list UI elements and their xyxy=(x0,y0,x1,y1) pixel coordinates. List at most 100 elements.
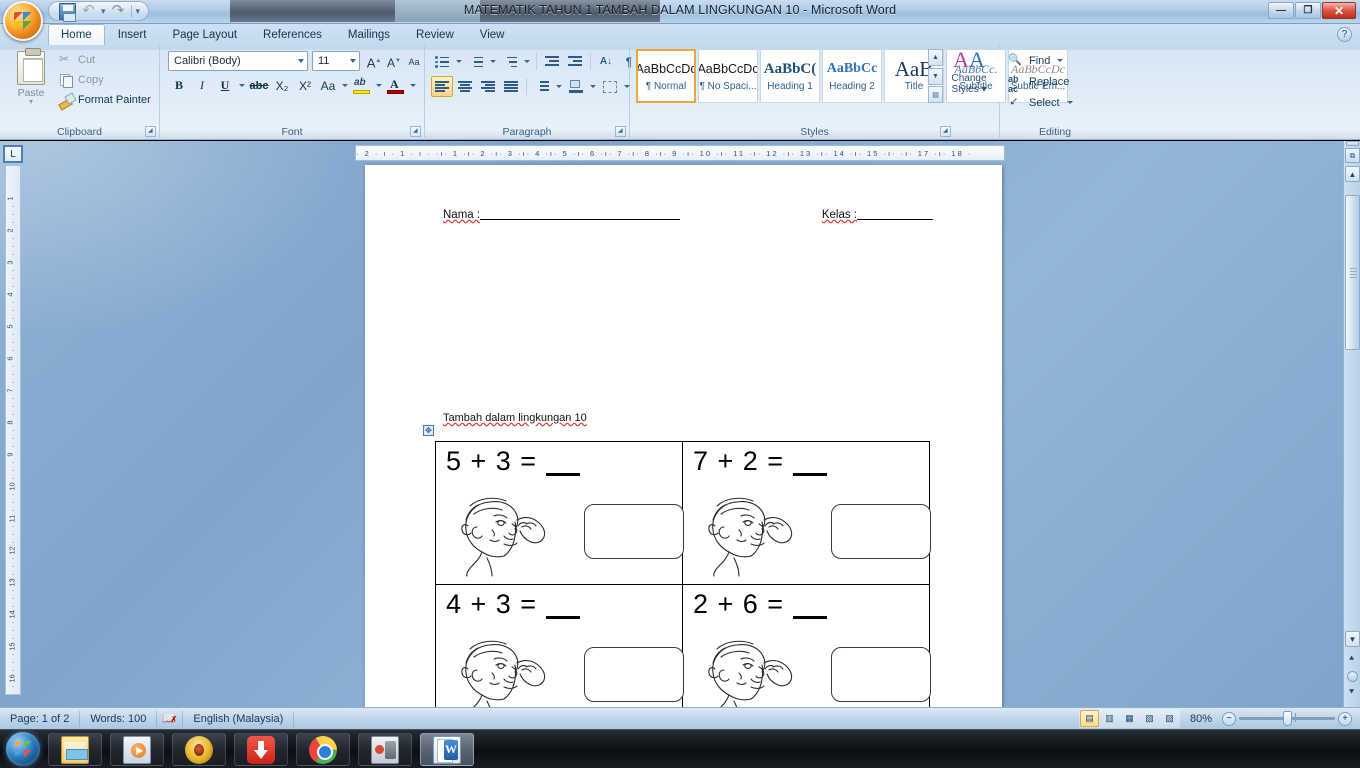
problem-cell-4[interactable]: 2 + 6 = xyxy=(682,584,931,707)
shading-button[interactable] xyxy=(565,76,587,97)
zoom-in-button[interactable]: + xyxy=(1338,711,1352,726)
style-heading-2[interactable]: AaBbCc Heading 2 xyxy=(822,49,882,103)
underline-chevron-down-icon[interactable] xyxy=(239,84,245,87)
select-chevron-down-icon[interactable] xyxy=(1066,101,1073,104)
taskbar-google-chrome[interactable] xyxy=(296,733,350,766)
style-no-spacing[interactable]: AaBbCcDc ¶ No Spaci... xyxy=(698,49,758,103)
strikethrough-button[interactable]: abc xyxy=(248,75,270,96)
copy-button[interactable]: Copy xyxy=(58,70,151,90)
format-painter-button[interactable]: Format Painter xyxy=(58,90,151,110)
word-count-status[interactable]: Words: 100 xyxy=(80,710,158,727)
align-right-button[interactable] xyxy=(477,76,499,97)
vertical-ruler[interactable]: 1 · · · 2 · · · 3 · · · 4 · · · 5 · · · 6 · · · 7 · · · 8 · · · 9 · · · 10 · ·… xyxy=(5,165,21,695)
restore-button[interactable]: ❐ xyxy=(1295,2,1321,19)
document-map-icon[interactable]: ⧉ xyxy=(1345,148,1360,163)
italic-button[interactable]: I xyxy=(191,75,213,96)
increase-indent-button[interactable] xyxy=(564,51,586,72)
text-highlight-button[interactable]: ab xyxy=(351,75,373,96)
clipboard-dialog-launcher[interactable] xyxy=(145,126,156,137)
problem-3-answer-box[interactable] xyxy=(584,647,684,702)
numbering-chevron-down-icon[interactable] xyxy=(490,60,496,63)
horizontal-ruler[interactable]: · 2 · ı · 1 · ı · ·ı· 1 ·ı· 2 ·ı· 3 ·ı· … xyxy=(355,145,1005,161)
taskbar-download-manager[interactable] xyxy=(234,733,288,766)
justify-button[interactable] xyxy=(500,76,522,97)
grow-font-button[interactable]: A▲ xyxy=(364,51,384,71)
zoom-slider[interactable]: − + xyxy=(1222,711,1352,726)
tab-home[interactable]: Home xyxy=(48,24,105,45)
web-layout-view-button[interactable]: ▦ xyxy=(1120,710,1139,727)
scrollbar-thumb[interactable] xyxy=(1345,195,1360,350)
bullets-chevron-down-icon[interactable] xyxy=(456,60,462,63)
tab-view[interactable]: View xyxy=(467,25,518,45)
taskbar-device-manager[interactable] xyxy=(358,733,412,766)
tab-insert[interactable]: Insert xyxy=(105,25,160,45)
highlight-chevron-down-icon[interactable] xyxy=(376,84,382,87)
cut-button[interactable]: Cut xyxy=(58,50,151,70)
bold-button[interactable]: B xyxy=(168,75,190,96)
find-button[interactable]: Find xyxy=(1004,50,1075,71)
draft-view-button[interactable]: ▨ xyxy=(1160,710,1179,727)
name-field[interactable]: Nama : xyxy=(443,209,681,221)
class-field[interactable]: Kelas : xyxy=(822,209,933,221)
zoom-level-label[interactable]: 80% xyxy=(1186,713,1216,725)
full-screen-reading-view-button[interactable]: ▥ xyxy=(1100,710,1119,727)
problem-4-answer-box[interactable] xyxy=(831,647,931,702)
multilevel-list-button[interactable] xyxy=(499,51,521,72)
taskbar-windows-media-player[interactable] xyxy=(110,733,164,766)
font-size-combo[interactable]: 11 xyxy=(312,51,360,71)
taskbar-microsoft-word[interactable] xyxy=(420,733,474,766)
style-normal[interactable]: AaBbCcDc ¶ Normal xyxy=(636,49,696,103)
font-name-combo[interactable]: Calibri (Body) xyxy=(168,51,308,71)
vertical-scrollbar[interactable]: ⧉ ▲ ▼ ⯅ ⯆ xyxy=(1343,141,1360,707)
minimize-button[interactable]: — xyxy=(1268,2,1294,19)
subscript-button[interactable]: X₂ xyxy=(271,75,293,96)
document-canvas[interactable]: Nama : Kelas : Tambah dalam lingkungan 1… xyxy=(0,141,1360,707)
replace-button[interactable]: ab ac Replace xyxy=(1004,71,1075,94)
office-button[interactable] xyxy=(3,1,43,41)
page-number-status[interactable]: Page: 1 of 2 xyxy=(0,710,81,727)
document-page[interactable]: Nama : Kelas : Tambah dalam lingkungan 1… xyxy=(365,165,1002,707)
find-chevron-down-icon[interactable] xyxy=(1057,59,1064,62)
customize-qat-icon[interactable]: ▾ xyxy=(136,6,141,17)
problem-1-answer-box[interactable] xyxy=(584,504,684,559)
numbering-button[interactable] xyxy=(465,51,487,72)
underline-button[interactable]: U xyxy=(214,75,236,96)
tab-mailings[interactable]: Mailings xyxy=(335,25,403,45)
zoom-slider-track[interactable] xyxy=(1239,711,1335,726)
taskbar-gold-app[interactable] xyxy=(172,733,226,766)
print-layout-view-button[interactable]: ▤ xyxy=(1079,710,1099,727)
font-color-chevron-down-icon[interactable] xyxy=(410,84,416,87)
problem-cell-3[interactable]: 4 + 3 = xyxy=(435,584,684,707)
style-heading-1[interactable]: AaBbC( Heading 1 xyxy=(760,49,820,103)
font-dialog-launcher[interactable] xyxy=(410,126,421,137)
outline-view-button[interactable]: ▧ xyxy=(1140,710,1159,727)
styles-more-button[interactable]: ▤ xyxy=(928,86,943,103)
problem-cell-2[interactable]: 7 + 2 = xyxy=(682,441,931,585)
zoom-out-button[interactable]: − xyxy=(1222,711,1236,726)
start-button[interactable] xyxy=(6,732,40,766)
language-status[interactable]: English (Malaysia) xyxy=(183,710,295,727)
styles-scroll-up-button[interactable]: ▲ xyxy=(928,49,943,66)
scroll-up-button[interactable]: ▲ xyxy=(1345,166,1360,182)
shading-chevron-down-icon[interactable] xyxy=(590,85,596,88)
problem-2-answer-box[interactable] xyxy=(831,504,931,559)
tab-review[interactable]: Review xyxy=(403,25,467,45)
table-move-handle-icon[interactable]: ✥ xyxy=(423,425,434,436)
save-icon[interactable] xyxy=(59,2,76,22)
tab-selector-button[interactable]: L xyxy=(3,145,23,163)
shrink-font-button[interactable]: A▼ xyxy=(384,51,404,71)
change-styles-button[interactable]: AA Change Styles ▾ xyxy=(945,48,993,110)
paste-dropdown-icon[interactable]: ▾ xyxy=(29,98,33,106)
problem-cell-1[interactable]: 5 + 3 = xyxy=(435,441,684,585)
taskbar-file-explorer[interactable] xyxy=(48,733,102,766)
help-icon[interactable]: ? xyxy=(1337,27,1352,42)
proofing-errors-icon[interactable] xyxy=(157,710,184,728)
split-window-handle[interactable] xyxy=(1346,141,1359,146)
change-case-chevron-down-icon[interactable] xyxy=(342,84,348,87)
bullets-button[interactable] xyxy=(431,51,453,72)
undo-dropdown-icon[interactable]: ▾ xyxy=(101,6,106,17)
scroll-down-button[interactable]: ▼ xyxy=(1345,631,1360,647)
previous-page-button[interactable]: ⯅ xyxy=(1348,653,1355,664)
align-center-button[interactable] xyxy=(454,76,476,97)
change-case-button[interactable]: Aa xyxy=(317,75,339,96)
